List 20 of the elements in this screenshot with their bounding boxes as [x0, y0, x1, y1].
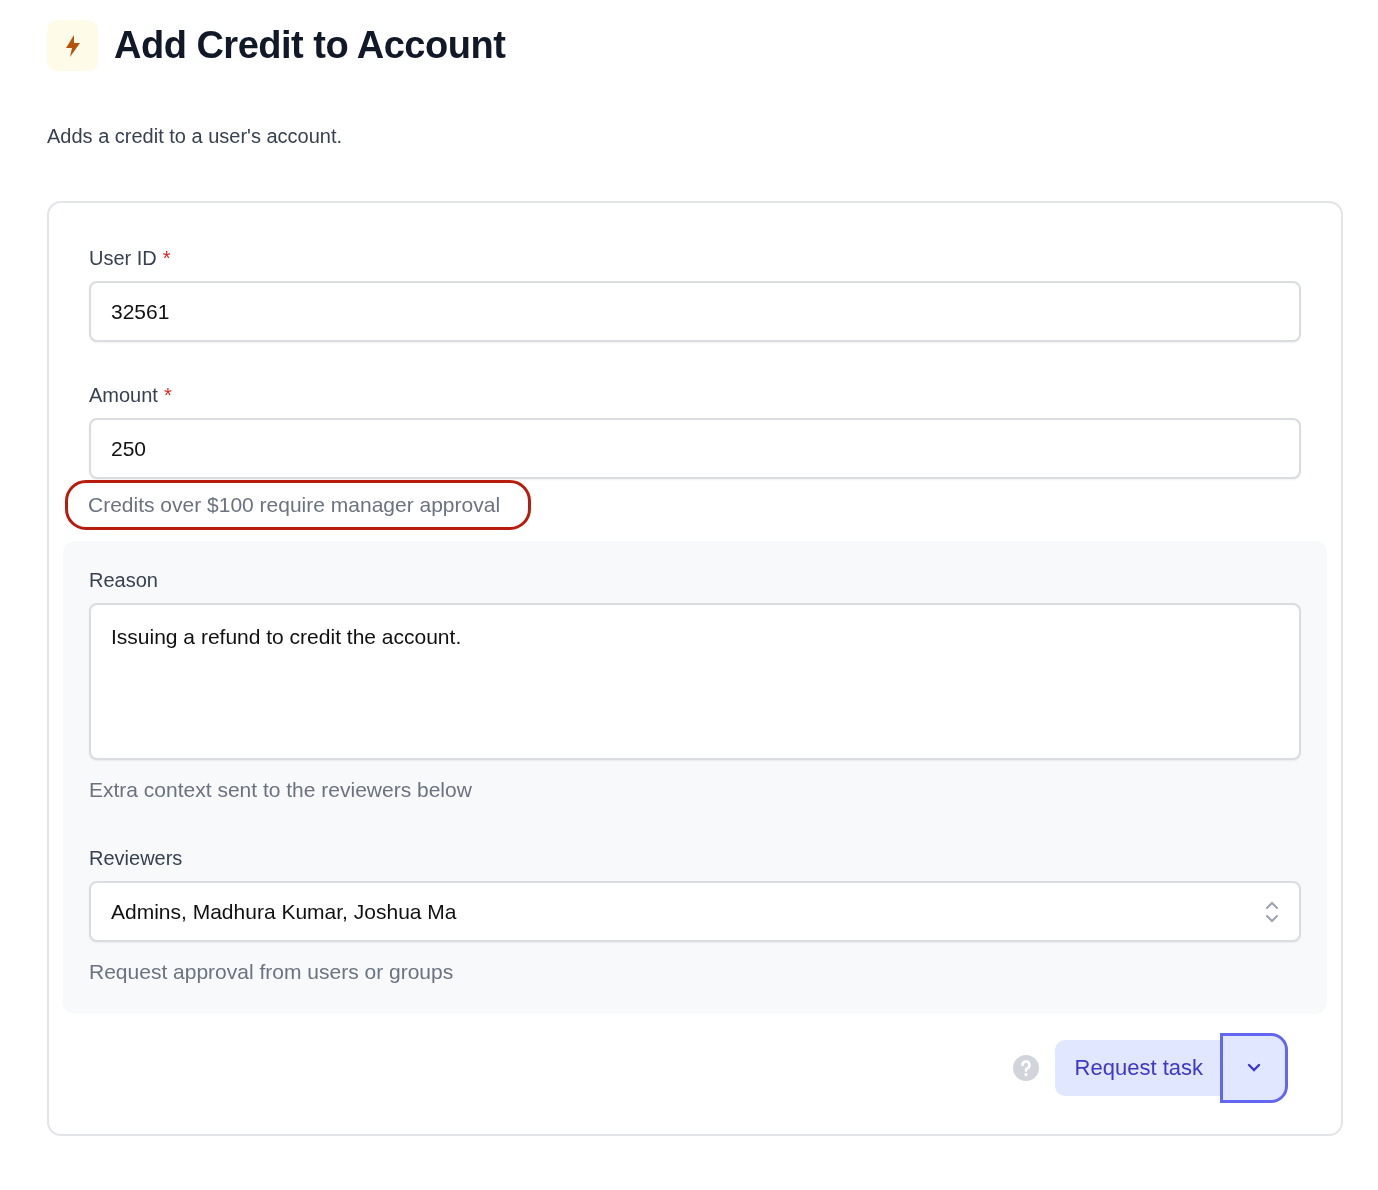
- help-text: Credits over $100 require manager approval: [68, 483, 529, 527]
- required-asterisk: *: [162, 247, 171, 269]
- required-asterisk: *: [163, 384, 172, 406]
- page-description: Adds a credit to a user's account.: [47, 124, 344, 149]
- field-label: Amount: [89, 383, 158, 408]
- field-label: Reason: [89, 567, 158, 593]
- up-down-chevron-icon: [1265, 900, 1279, 923]
- text-area[interactable]: Issuing a refund to credit the account.: [89, 602, 1301, 760]
- input-field[interactable]: 32561: [89, 281, 1301, 342]
- field-label: User ID: [89, 246, 157, 271]
- select-field[interactable]: Admins, Madhura Kumar, Joshua Ma: [89, 881, 1301, 942]
- help-text: Extra context sent to the reviewers below: [89, 776, 472, 803]
- chevron-down-icon: [1247, 1063, 1261, 1072]
- page-title: Add Credit to Account: [114, 22, 506, 68]
- lightning-icon: [64, 33, 81, 58]
- field-label: Reviewers: [89, 846, 183, 871]
- more-options-button[interactable]: [1223, 1035, 1285, 1100]
- request-task-button[interactable]: Request task: [1054, 1039, 1223, 1096]
- input-field[interactable]: 250: [89, 418, 1301, 479]
- help-text: Request approval from users or groups: [89, 959, 454, 985]
